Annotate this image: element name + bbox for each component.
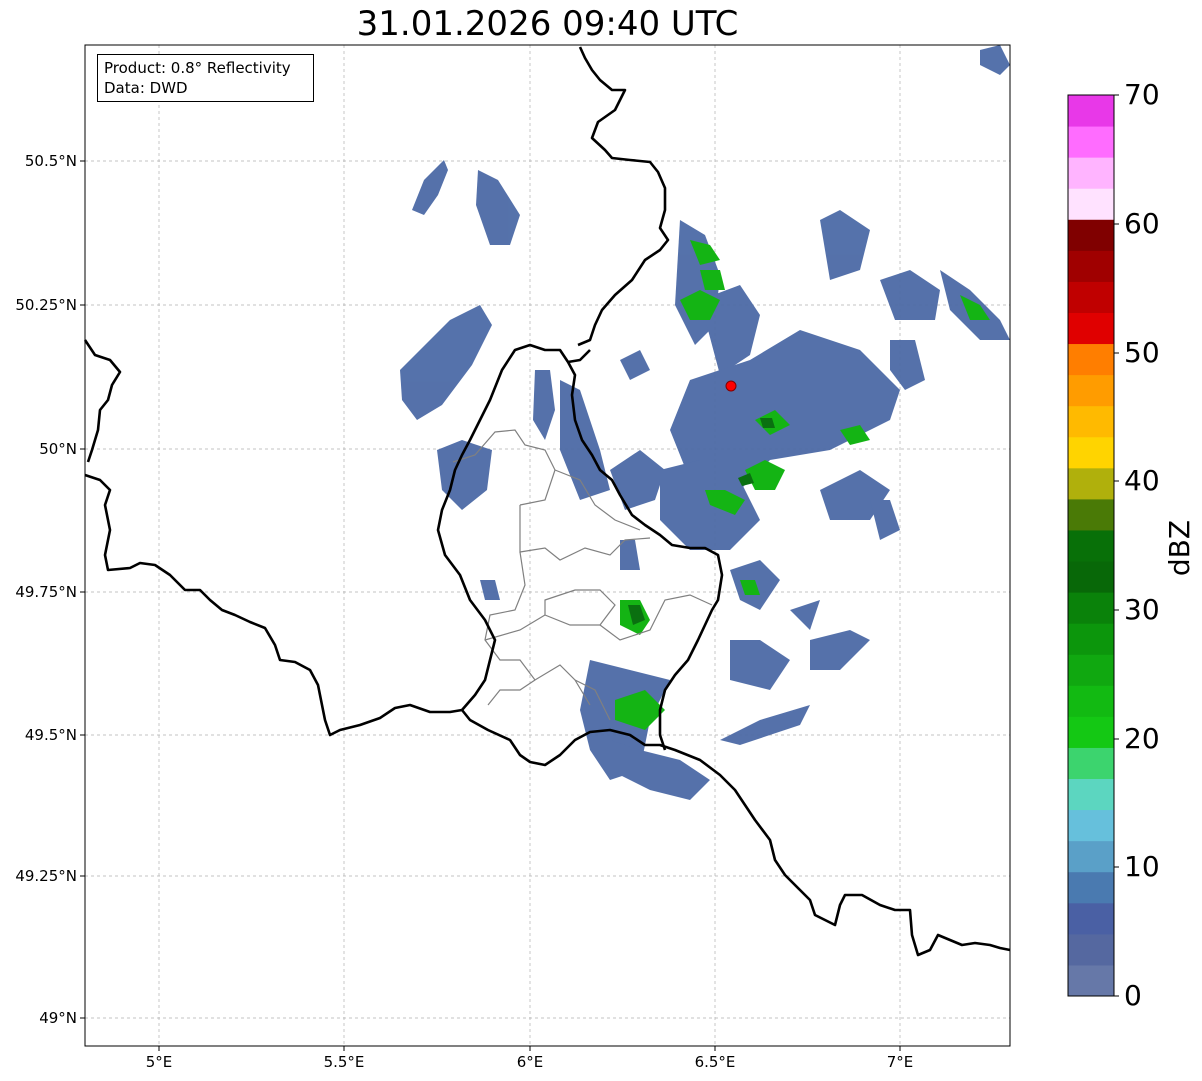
colorbar-segment [1068, 623, 1114, 655]
colorbar-segment [1068, 157, 1114, 189]
colorbar-segment [1068, 933, 1114, 966]
colorbar-segment [1068, 126, 1114, 158]
colorbar-segment [1068, 343, 1114, 376]
colorbar-segment [1068, 840, 1114, 873]
colorbar-segment [1068, 312, 1114, 345]
lat-tick-label: 49.75°N [15, 583, 77, 601]
colorbar-label: dBZ [1163, 519, 1196, 577]
radar-echoes-light [400, 45, 1010, 800]
colorbar-segment [1068, 654, 1114, 686]
map-frame [84, 44, 1011, 1047]
data-source-label: Data: DWD [104, 79, 188, 97]
map-title: 31.01.2026 09:40 UTC [356, 4, 739, 44]
graticule [85, 45, 1010, 1046]
colorbar-segment [1068, 95, 1114, 127]
colorbar-ticks [1114, 94, 1119, 997]
lat-tick-label: 49°N [39, 1009, 77, 1027]
colorbar-tick-label: 20 [1124, 722, 1160, 755]
colorbar-segment [1068, 871, 1114, 904]
colorbar-segment [1068, 716, 1114, 748]
colorbar [1068, 95, 1114, 997]
colorbar-segment [1068, 498, 1114, 531]
colorbar-segment [1068, 281, 1114, 313]
lat-tick-label: 50.5°N [24, 152, 77, 170]
colorbar-tick-label: 30 [1124, 593, 1160, 626]
colorbar-segment [1068, 436, 1114, 469]
colorbar-segment [1068, 250, 1114, 282]
colorbar-tick-label: 40 [1124, 464, 1160, 497]
lat-tick-label: 50.25°N [15, 296, 77, 314]
lon-tick-label: 5°E [145, 1053, 173, 1071]
tick-marks [80, 160, 901, 1051]
lon-tick-label: 5.5°E [323, 1053, 365, 1071]
lon-tick-label: 6.5°E [694, 1053, 736, 1071]
colorbar-segment [1068, 809, 1114, 842]
colorbar-tick-label: 10 [1124, 850, 1160, 883]
product-label: Product: 0.8° Reflectivity [104, 59, 291, 77]
colorbar-tick-label: 70 [1124, 78, 1160, 111]
colorbar-segment [1068, 902, 1114, 935]
lon-tick-label: 7°E [886, 1053, 914, 1071]
lat-tick-label: 50°N [39, 440, 77, 458]
colorbar-segment [1068, 219, 1114, 251]
lat-tick-label: 49.25°N [15, 867, 77, 885]
colorbar-segment [1068, 188, 1114, 220]
radar-site-marker [725, 380, 737, 392]
colorbar-segment [1068, 405, 1114, 438]
lat-tick-label: 49.5°N [24, 726, 77, 744]
colorbar-segment [1068, 685, 1114, 717]
colorbar-segment [1068, 529, 1114, 562]
colorbar-segment [1068, 561, 1114, 593]
colorbar-segment [1068, 467, 1114, 500]
colorbar-tick-label: 50 [1124, 336, 1160, 369]
colorbar-segment [1068, 747, 1114, 780]
colorbar-tick-label: 60 [1124, 207, 1160, 240]
colorbar-segment [1068, 778, 1114, 811]
info-box: Product: 0.8° Reflectivity Data: DWD [97, 54, 314, 102]
colorbar-segment [1068, 964, 1114, 997]
lon-tick-label: 6°E [516, 1053, 544, 1071]
colorbar-tick-label: 0 [1124, 979, 1142, 1012]
colorbar-segment [1068, 592, 1114, 624]
colorbar-segment [1068, 374, 1114, 407]
radar-map [80, 44, 1119, 1051]
